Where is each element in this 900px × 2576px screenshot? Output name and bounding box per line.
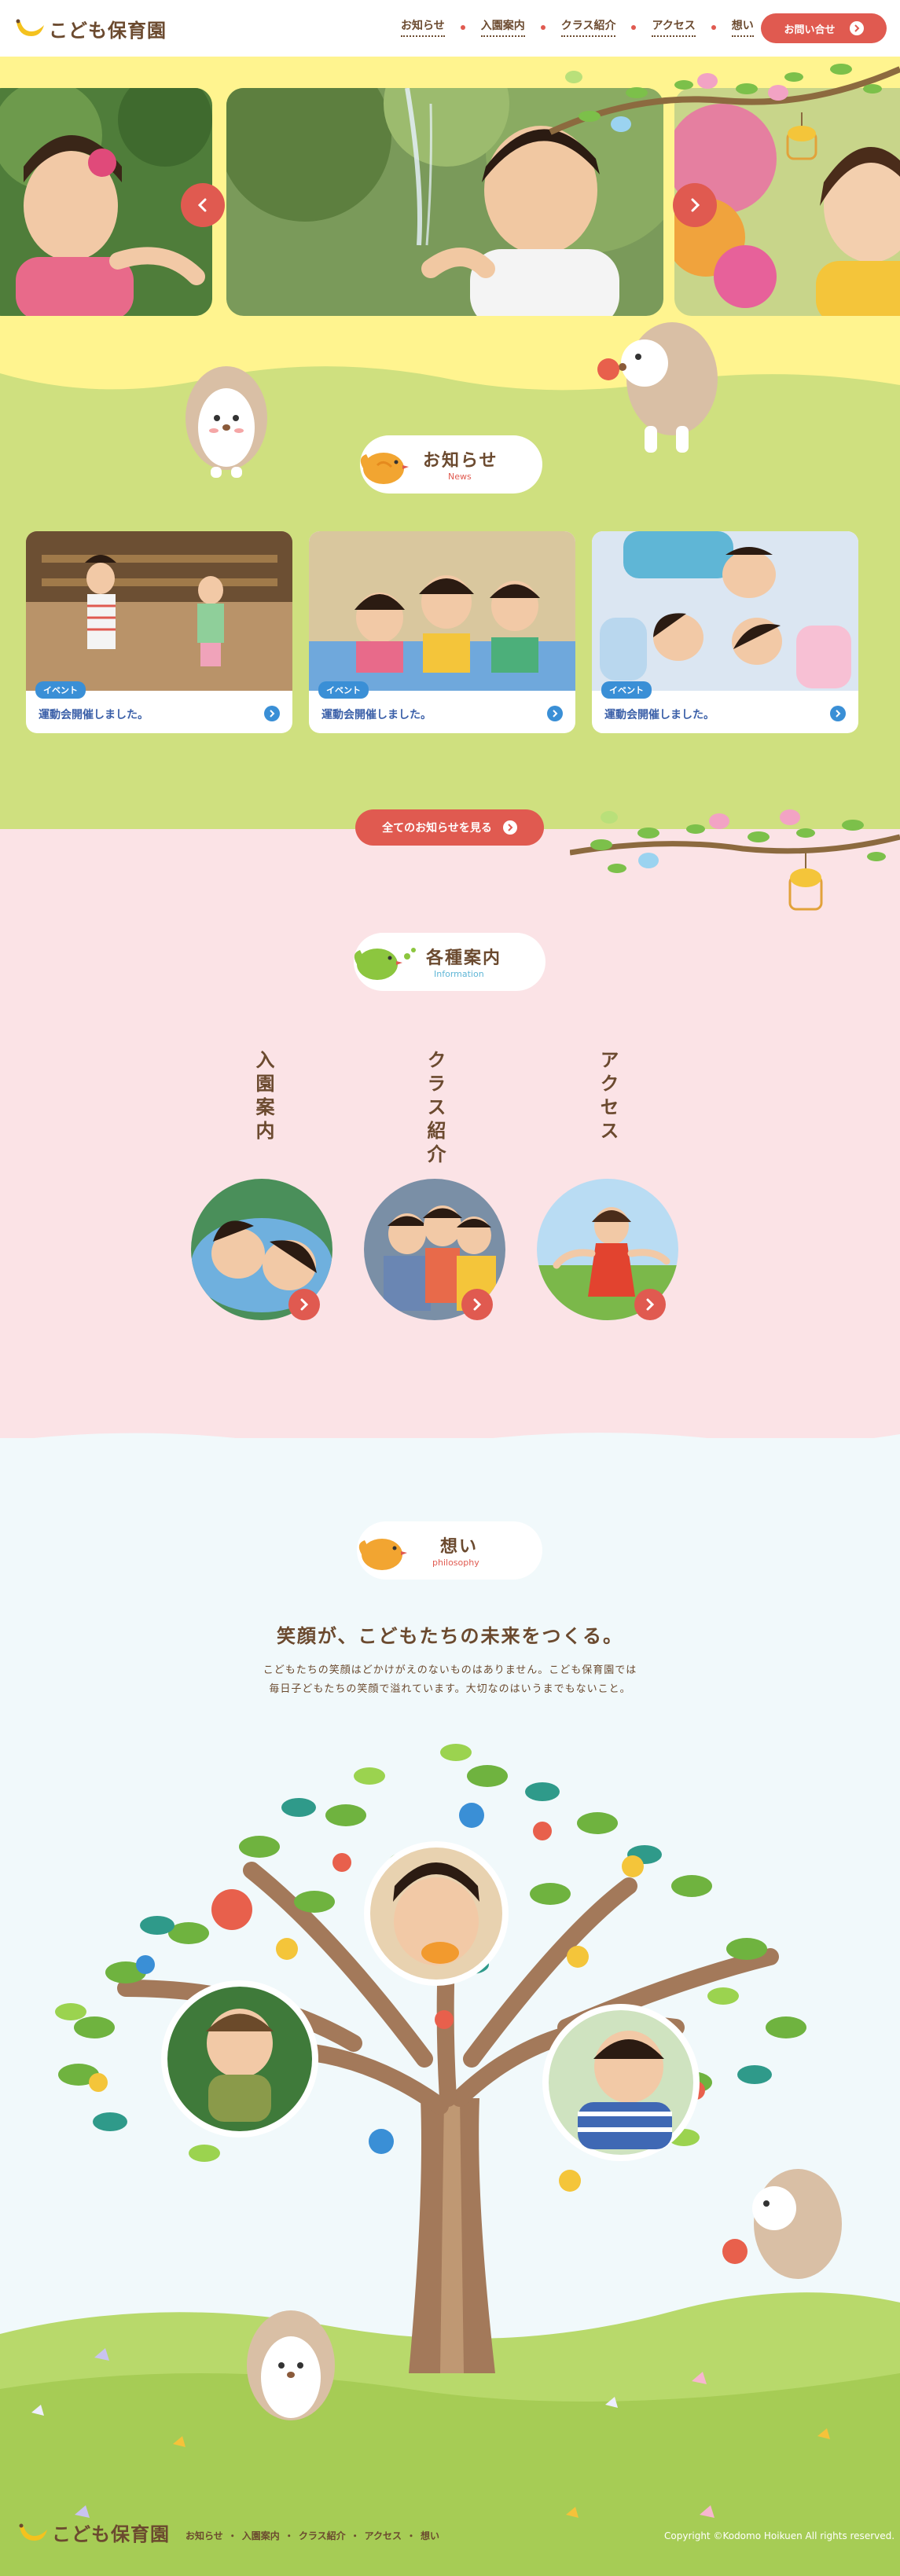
info-classes-arrow-button[interactable] <box>461 1289 493 1320</box>
site-header: こども保育園 お知らせ 入園案内 クラス紹介 アクセス 想い お問い合せ <box>0 0 900 57</box>
chevron-right-icon[interactable] <box>830 706 846 721</box>
all-news-label: 全てのお知らせを見る <box>382 822 492 835</box>
footer-nav-separator: ・ <box>227 2530 237 2541</box>
bird-icon <box>360 453 409 484</box>
philosophy-catchphrase: 笑顔が、こどもたちの未来をつくる。 <box>276 1625 624 1647</box>
hill-wave-decoration <box>0 358 900 391</box>
news-heading: お知らせ News <box>360 435 542 494</box>
footer-nav: お知らせ・ 入園案内・ クラス紹介・ アクセス・ 想い <box>186 2529 439 2542</box>
philosophy-heading: 想い philosophy <box>357 1521 542 1580</box>
news-card-tag: イベント <box>318 681 369 699</box>
news-photo <box>592 531 858 691</box>
tree-illustration <box>0 1744 900 2576</box>
branch-with-birdcage-illustration <box>570 809 900 911</box>
philosophy-lead-line: 毎日子どもたちの笑顔で溢れています。大切なのはいうまでもないこと。 <box>269 1683 631 1695</box>
arrow-right-icon <box>502 820 517 835</box>
news-card[interactable]: イベント 運動会開催しました。 <box>309 531 575 733</box>
chevron-right-icon[interactable] <box>547 706 563 721</box>
slider-prev-button[interactable] <box>181 183 225 227</box>
information-heading-en: Information <box>434 969 484 979</box>
slider-next-button[interactable] <box>673 183 717 227</box>
chevron-right-icon <box>691 198 700 212</box>
news-heading-jp: お知らせ <box>423 451 498 471</box>
branch-with-birds-illustration <box>549 64 900 160</box>
information-section <box>0 829 900 1473</box>
info-admission-arrow-button[interactable] <box>288 1289 320 1320</box>
information-heading: 各種案内 Information <box>354 933 546 991</box>
news-card[interactable]: イベント 運動会開催しました。 <box>592 531 858 733</box>
footer-nav-separator: ・ <box>350 2530 360 2541</box>
footer-logo-text: こども保育園 <box>52 2523 170 2545</box>
philosophy-heading-jp: 想い <box>440 1537 479 1557</box>
bird-icon <box>354 948 416 980</box>
nav-separator <box>540 24 546 30</box>
philosophy-heading-en: philosophy <box>432 1558 479 1568</box>
nav-admission[interactable]: 入園案内 <box>480 17 525 37</box>
information-heading-jp: 各種案内 <box>426 949 502 968</box>
nav-classes[interactable]: クラス紹介 <box>560 17 616 37</box>
footer-nav-access[interactable]: アクセス <box>365 2529 402 2542</box>
news-photo <box>309 531 575 691</box>
nav-separator <box>711 24 716 30</box>
global-nav: お知らせ 入園案内 クラス紹介 アクセス 想い <box>401 17 754 37</box>
nav-separator <box>460 24 465 30</box>
footer-nav-news[interactable]: お知らせ <box>186 2529 223 2542</box>
all-news-button[interactable]: 全てのお知らせを見る <box>355 809 544 846</box>
footer-nav-separator: ・ <box>406 2530 417 2541</box>
philosophy-lead-line: こどもたちの笑顔はどかけがえのないものはありません。こども保育園では <box>263 1664 637 1676</box>
nav-philosophy[interactable]: 想い <box>731 17 754 37</box>
site-logo[interactable]: こども保育園 <box>14 11 167 46</box>
arrow-right-icon <box>849 21 864 35</box>
hedgehog-illustration <box>186 366 267 478</box>
contact-button[interactable]: お問い合せ <box>761 13 887 43</box>
info-label-classes[interactable]: クラス紹介 <box>421 1050 449 1168</box>
info-access-arrow-button[interactable] <box>634 1289 666 1320</box>
banana-logo-icon <box>16 19 44 36</box>
hedgehog-with-apple-illustration <box>597 322 718 453</box>
footer-nav-philosophy[interactable]: 想い <box>421 2529 439 2542</box>
news-card-tag: イベント <box>601 681 652 699</box>
logo-text: こども保育園 <box>49 19 167 42</box>
footer-logo[interactable]: こども保育園 <box>17 2519 170 2546</box>
nav-separator <box>631 24 637 30</box>
chevron-right-icon[interactable] <box>264 706 280 721</box>
banana-logo-icon <box>19 2523 47 2541</box>
chevron-right-icon <box>646 1298 655 1311</box>
copyright-text: Copyright ©Kodomo Hoikuen All rights res… <box>664 2530 895 2541</box>
footer-nav-separator: ・ <box>284 2530 294 2541</box>
news-heading-en: News <box>448 472 472 482</box>
news-card-title[interactable]: 運動会開催しました。 <box>604 706 714 722</box>
contact-label: お問い合せ <box>784 24 836 36</box>
info-label-admission[interactable]: 入園案内 <box>250 1050 277 1144</box>
news-photo <box>26 531 292 691</box>
news-card-title[interactable]: 運動会開催しました。 <box>39 706 149 722</box>
footer-nav-admission[interactable]: 入園案内 <box>242 2529 280 2542</box>
news-card-title[interactable]: 運動会開催しました。 <box>321 706 432 722</box>
chevron-left-icon <box>197 198 207 212</box>
info-label-access[interactable]: アクセス <box>594 1050 622 1144</box>
hero-section <box>0 57 900 371</box>
chevron-right-icon <box>473 1298 482 1311</box>
news-card-tag: イベント <box>35 681 86 699</box>
chevron-right-icon <box>300 1298 309 1311</box>
bird-icon <box>358 1539 407 1570</box>
news-card[interactable]: イベント 運動会開催しました。 <box>26 531 292 733</box>
footer-nav-classes[interactable]: クラス紹介 <box>299 2529 346 2542</box>
nav-access[interactable]: アクセス <box>652 17 696 37</box>
nav-news[interactable]: お知らせ <box>401 17 445 37</box>
